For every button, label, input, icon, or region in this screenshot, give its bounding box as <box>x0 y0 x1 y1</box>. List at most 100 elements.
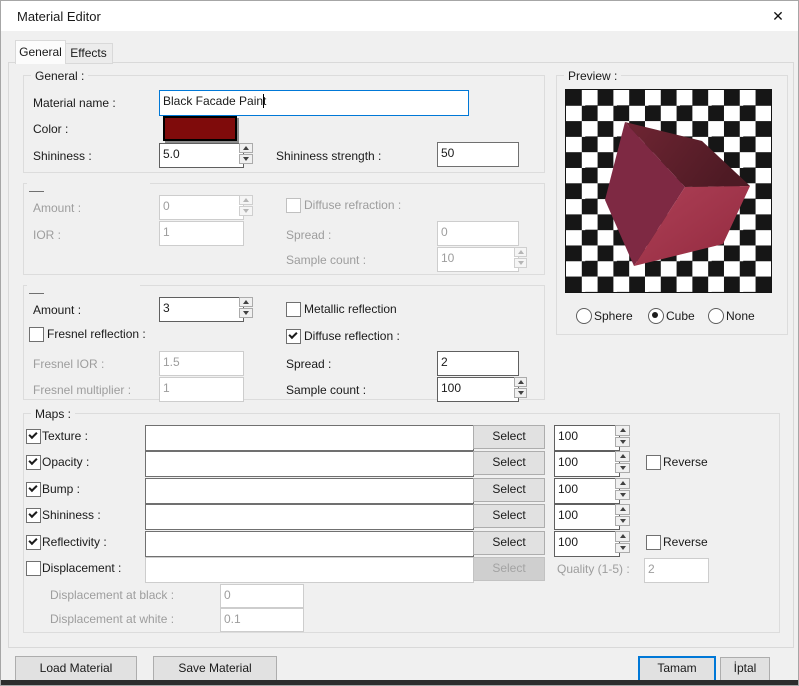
shininess-input[interactable]: 5.0 <box>159 143 244 168</box>
transparency-header <box>27 176 150 191</box>
color-swatch[interactable] <box>163 116 237 141</box>
reflectivity-map-amount-stepper[interactable] <box>615 531 630 553</box>
spin-down-icon[interactable] <box>615 542 630 553</box>
quality-input[interactable]: 2 <box>644 558 709 583</box>
opacity-reverse-label: Reverse <box>663 455 708 469</box>
spin-down-icon[interactable] <box>615 436 630 447</box>
load-material-button[interactable]: Load Material <box>15 656 137 682</box>
spin-up-icon[interactable] <box>514 247 527 257</box>
texture-select-button[interactable]: Select <box>473 425 545 449</box>
spin-down-icon[interactable] <box>615 489 630 500</box>
opacity-path-input[interactable] <box>145 451 474 477</box>
transparency-sample-count-stepper[interactable] <box>514 247 527 268</box>
radio-sphere[interactable] <box>576 308 592 324</box>
transparency-sample-count-input[interactable]: 10 <box>437 247 519 272</box>
texture-path-input[interactable] <box>145 425 474 451</box>
tab-general[interactable]: General <box>15 40 66 64</box>
displacement-select-button[interactable]: Select <box>473 557 545 581</box>
reflectivity-map-checkbox[interactable] <box>26 535 41 550</box>
reflectivity-spread-input[interactable]: 2 <box>437 351 519 376</box>
spin-up-icon[interactable] <box>615 531 630 542</box>
fresnel-ior-label: Fresnel IOR : <box>33 357 105 371</box>
close-icon[interactable]: ✕ <box>762 2 794 30</box>
shininess-map-amount-input[interactable]: 100 <box>554 504 620 530</box>
displacement-at-black-input[interactable]: 0 <box>220 584 304 608</box>
spin-up-icon[interactable] <box>239 297 253 307</box>
displacement-path-input[interactable] <box>145 557 474 583</box>
save-material-button[interactable]: Save Material <box>153 656 277 682</box>
cancel-button[interactable]: İptal <box>720 657 770 682</box>
preview-canvas <box>565 89 772 293</box>
reflectivity-sample-count-input[interactable]: 100 <box>437 377 519 402</box>
spin-up-icon[interactable] <box>615 451 630 462</box>
bump-amount-input[interactable]: 100 <box>554 478 620 504</box>
transparency-spread-input[interactable]: 0 <box>437 221 519 246</box>
reflectivity-map-amount-input[interactable]: 100 <box>554 531 620 557</box>
diffuse-reflection-label: Diffuse reflection : <box>304 329 400 343</box>
quality-label: Quality (1-5) : <box>557 562 630 576</box>
bump-select-button[interactable]: Select <box>473 478 545 502</box>
spin-down-icon[interactable] <box>514 258 527 268</box>
spin-up-icon[interactable] <box>615 504 630 515</box>
metallic-reflection-label: Metallic reflection <box>304 302 397 316</box>
texture-amount-input[interactable]: 100 <box>554 425 620 451</box>
reflectivity-map-path-input[interactable] <box>145 531 474 557</box>
spin-up-icon[interactable] <box>239 195 253 205</box>
texture-amount-stepper[interactable] <box>615 425 630 447</box>
material-name-input[interactable]: Black Facade Paint <box>159 90 469 116</box>
opacity-amount-input[interactable]: 100 <box>554 451 620 477</box>
reflectivity-amount-stepper[interactable] <box>239 297 253 318</box>
metallic-reflection-checkbox[interactable] <box>286 302 301 317</box>
reflectivity-map-select-button[interactable]: Select <box>473 531 545 555</box>
bump-checkbox[interactable] <box>26 482 41 497</box>
texture-label: Texture : <box>42 429 89 443</box>
opacity-checkbox[interactable] <box>26 455 41 470</box>
displacement-at-white-input[interactable]: 0.1 <box>220 608 304 632</box>
general-group-label: General : <box>31 69 89 83</box>
transparency-amount-input[interactable]: 0 <box>159 195 244 220</box>
spin-up-icon[interactable] <box>615 425 630 436</box>
shininess-strength-input[interactable]: 50 <box>437 142 519 167</box>
radio-sphere-label: Sphere <box>594 309 633 323</box>
fresnel-multiplier-input[interactable]: 1 <box>159 377 244 402</box>
bump-amount-stepper[interactable] <box>615 478 630 500</box>
spin-down-icon[interactable] <box>239 308 253 318</box>
ior-input[interactable]: 1 <box>159 221 244 246</box>
shininess-map-path-input[interactable] <box>145 504 474 530</box>
diffuse-reflection-checkbox[interactable] <box>286 329 301 344</box>
displacement-checkbox[interactable] <box>26 561 41 576</box>
shininess-map-checkbox[interactable] <box>26 508 41 523</box>
fresnel-ior-input[interactable]: 1.5 <box>159 351 244 376</box>
radio-none-label: None <box>726 309 755 323</box>
spin-down-icon[interactable] <box>514 388 527 398</box>
spin-down-icon[interactable] <box>239 206 253 216</box>
spin-down-icon[interactable] <box>615 515 630 526</box>
opacity-label: Opacity : <box>42 455 90 469</box>
opacity-select-button[interactable]: Select <box>473 451 545 475</box>
spin-up-icon[interactable] <box>514 377 527 387</box>
shininess-stepper[interactable] <box>239 143 253 164</box>
radio-cube[interactable] <box>648 308 664 324</box>
reflectivity-amount-input[interactable]: 3 <box>159 297 244 322</box>
preview-cube <box>605 122 750 266</box>
fresnel-reflection-checkbox[interactable] <box>29 327 44 342</box>
diffuse-refraction-checkbox[interactable] <box>286 198 301 213</box>
reflectivity-sample-count-stepper[interactable] <box>514 377 527 398</box>
radio-none[interactable] <box>708 308 724 324</box>
texture-checkbox[interactable] <box>26 429 41 444</box>
opacity-amount-stepper[interactable] <box>615 451 630 473</box>
opacity-reverse-checkbox[interactable] <box>646 455 661 470</box>
shininess-map-select-button[interactable]: Select <box>473 504 545 528</box>
reflectivity-reverse-checkbox[interactable] <box>646 535 661 550</box>
spin-up-icon[interactable] <box>615 478 630 489</box>
spin-down-icon[interactable] <box>239 154 253 164</box>
transparency-sample-count-label: Sample count : <box>286 253 367 267</box>
fresnel-multiplier-label: Fresnel multiplier : <box>33 383 132 397</box>
bump-path-input[interactable] <box>145 478 474 504</box>
spin-down-icon[interactable] <box>615 462 630 473</box>
preview-group-label: Preview : <box>564 69 622 83</box>
tab-effects[interactable]: Effects <box>64 43 113 64</box>
spin-up-icon[interactable] <box>239 143 253 153</box>
shininess-map-amount-stepper[interactable] <box>615 504 630 526</box>
transparency-amount-stepper[interactable] <box>239 195 253 216</box>
